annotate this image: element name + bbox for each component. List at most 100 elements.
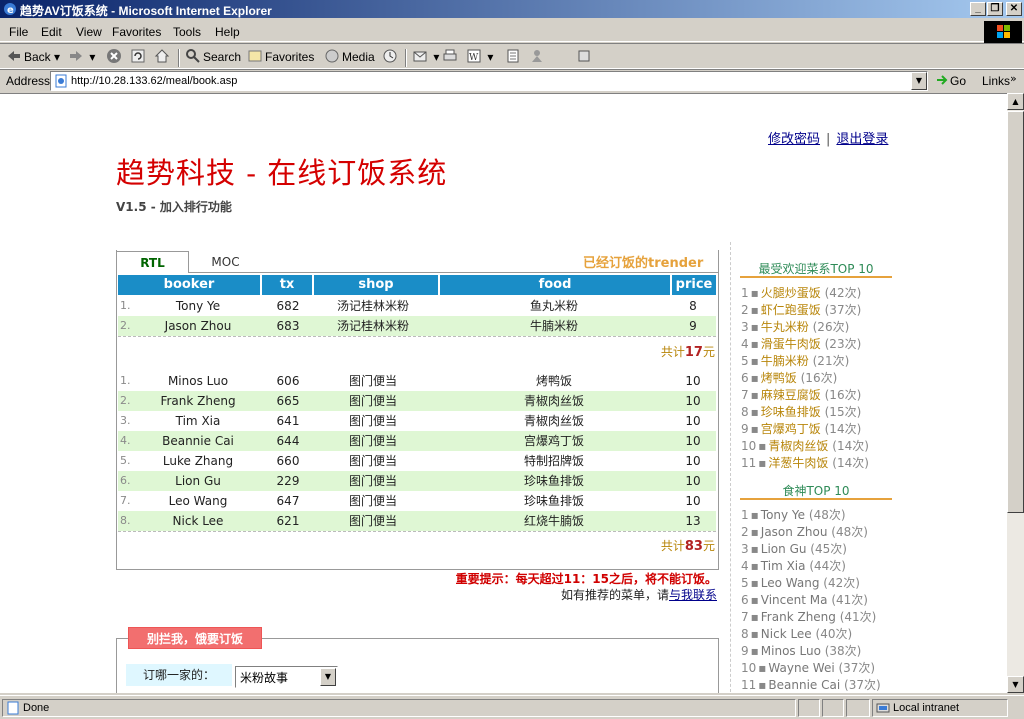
cell-shop: 图门便当: [348, 474, 397, 488]
list-item: 2 ▪ 虾仁跑蛋饭 (37次): [741, 303, 862, 317]
chevron-down-icon[interactable]: ▼: [320, 668, 336, 686]
print-button[interactable]: [442, 48, 460, 66]
media-button[interactable]: Media: [324, 48, 375, 66]
window-title: 趋势AV订饭系统 - Microsoft Internet Explorer: [20, 4, 272, 18]
menu-bar: File Edit View Favorites Tools Help: [0, 20, 1024, 43]
eater-rank-title: 食神TOP 10: [740, 482, 892, 500]
edit-button[interactable]: W ▾: [466, 48, 493, 66]
table-row: 1. Tony Ye 682 汤记桂林米粉 鱼丸米粉 8: [118, 296, 716, 316]
go-button[interactable]: Go: [936, 74, 966, 88]
address-input[interactable]: http://10.28.133.62/meal/book.asp ▼: [50, 71, 928, 91]
stop-icon: [107, 49, 121, 63]
cell-tx: 641: [276, 414, 300, 428]
mail-icon: [413, 51, 427, 62]
bullet-icon: ▪: [758, 456, 767, 470]
bullet-icon: ▪: [750, 286, 759, 300]
menu-file[interactable]: File: [9, 25, 28, 39]
menu-tools[interactable]: Tools: [173, 25, 201, 39]
mail-button[interactable]: ▾: [412, 48, 439, 66]
cell-tx: 665: [276, 394, 300, 408]
back-button[interactable]: Back ▾: [6, 48, 60, 66]
cell-booker: Minos Luo: [167, 374, 229, 388]
discuss-button[interactable]: [505, 48, 523, 66]
restore-button[interactable]: ❐: [987, 2, 1003, 16]
status-text: Done: [2, 699, 796, 717]
history-button[interactable]: [382, 48, 400, 66]
bullet-icon: ▪: [750, 644, 759, 658]
messenger-icon: [532, 50, 542, 62]
cell-price: 10: [685, 414, 701, 428]
bullet-icon: ▪: [750, 610, 759, 624]
toolbar: Back ▾ ▾ Search Favorites Media ▾ W ▾: [0, 43, 1024, 69]
cell-booker: Jason Zhou: [164, 319, 232, 333]
change-password-link[interactable]: 修改密码: [768, 132, 820, 147]
cell-price: 13: [685, 514, 701, 528]
list-item: 7 ▪ Frank Zheng (41次): [741, 610, 877, 624]
links-button[interactable]: Links: [982, 74, 1010, 88]
bullet-icon: ▪: [758, 678, 767, 692]
menu-view[interactable]: View: [76, 25, 102, 39]
scroll-down-button[interactable]: ▼: [1007, 676, 1024, 693]
intranet-icon: [876, 703, 890, 713]
refresh-button[interactable]: [130, 48, 148, 66]
stop-button[interactable]: [106, 48, 124, 66]
table-row: 3. Tim Xia 641 图门便当 青椒肉丝饭 10: [118, 411, 716, 431]
list-item: 4 ▪ 滑蛋牛肉饭 (23次): [741, 337, 862, 351]
cell-food: 珍味鱼排饭: [523, 494, 584, 508]
table-row: 6. Lion Gu 229 图门便当 珍味鱼排饭 10: [118, 471, 716, 491]
forward-arrow-icon: [70, 51, 82, 61]
list-item: 5 ▪ 牛腩米粉 (21次): [741, 354, 850, 368]
menu-favorites[interactable]: Favorites: [112, 25, 161, 39]
list-item: 4 ▪ Tim Xia (44次): [741, 559, 846, 573]
menu-help[interactable]: Help: [215, 25, 240, 39]
scroll-up-button[interactable]: ▲: [1007, 93, 1024, 110]
list-item: 10 ▪ 青椒肉丝饭 (14次): [741, 439, 869, 453]
contact-link[interactable]: 与我联系: [669, 588, 717, 602]
address-label: Address: [6, 74, 51, 88]
table-row: 8. Nick Lee 621 图门便当 红烧牛腩饭 13: [118, 511, 716, 531]
cell-price: 10: [685, 474, 701, 488]
column-header-tx: tx: [262, 275, 312, 295]
word-edit-icon: W: [467, 49, 481, 63]
column-header-price: price: [672, 275, 716, 295]
logout-link[interactable]: 退出登录: [836, 132, 888, 147]
cell-tx: 644: [276, 434, 300, 448]
list-item: 5 ▪ Leo Wang (42次): [741, 576, 860, 590]
chevron-right-icon[interactable]: »: [1010, 72, 1017, 85]
bullet-icon: ▪: [750, 559, 759, 573]
favorites-button[interactable]: Favorites: [247, 48, 314, 66]
cell-price: 10: [685, 494, 701, 508]
table-row: 2. Frank Zheng 665 图门便当 青椒肉丝饭 10: [118, 391, 716, 411]
scroll-thumb[interactable]: [1007, 111, 1024, 513]
list-item: 3 ▪ 牛丸米粉 (26次): [741, 320, 850, 334]
bullet-icon: ▪: [750, 576, 759, 590]
cell-food: 宫爆鸡丁饭: [523, 434, 584, 448]
close-button[interactable]: ✕: [1006, 2, 1022, 16]
shop-select[interactable]: 米粉故事 ▼: [235, 666, 338, 688]
forward-button[interactable]: ▾: [68, 48, 95, 66]
cell-tx: 229: [276, 474, 300, 488]
search-button[interactable]: Search: [185, 48, 241, 66]
column-header-food: food: [440, 275, 670, 295]
back-arrow-icon: [8, 51, 20, 61]
table-row: 1. Minos Luo 606 图门便当 烤鸭饭 10: [118, 371, 716, 391]
table-row: 2. Jason Zhou 683 汤记桂林米粉 牛腩米粉 9: [118, 316, 716, 336]
list-item: 8 ▪ 珍味鱼排饭 (15次): [741, 405, 862, 419]
search-icon: [186, 49, 200, 63]
bullet-icon: ▪: [750, 405, 759, 419]
order-form-legend: 别拦我，饿要订饭: [128, 627, 262, 649]
research-button[interactable]: [576, 48, 594, 66]
dish-rank-title: 最受欢迎菜系TOP 10: [740, 260, 892, 278]
cell-tx: 621: [276, 514, 300, 528]
cell-food: 牛腩米粉: [529, 319, 578, 333]
ie-icon: e: [4, 3, 16, 16]
list-item: 6 ▪ 烤鸭饭 (16次): [741, 371, 838, 385]
address-dropdown-button[interactable]: ▼: [911, 72, 927, 90]
vertical-scrollbar[interactable]: ▲ ▼: [1007, 93, 1024, 693]
minimize-button[interactable]: _: [970, 2, 986, 16]
messenger-button[interactable]: [529, 48, 547, 66]
cell-food: 青椒肉丝饭: [523, 394, 584, 408]
home-button[interactable]: [154, 48, 172, 66]
menu-edit[interactable]: Edit: [41, 25, 62, 39]
bullet-icon: ▪: [758, 661, 767, 675]
